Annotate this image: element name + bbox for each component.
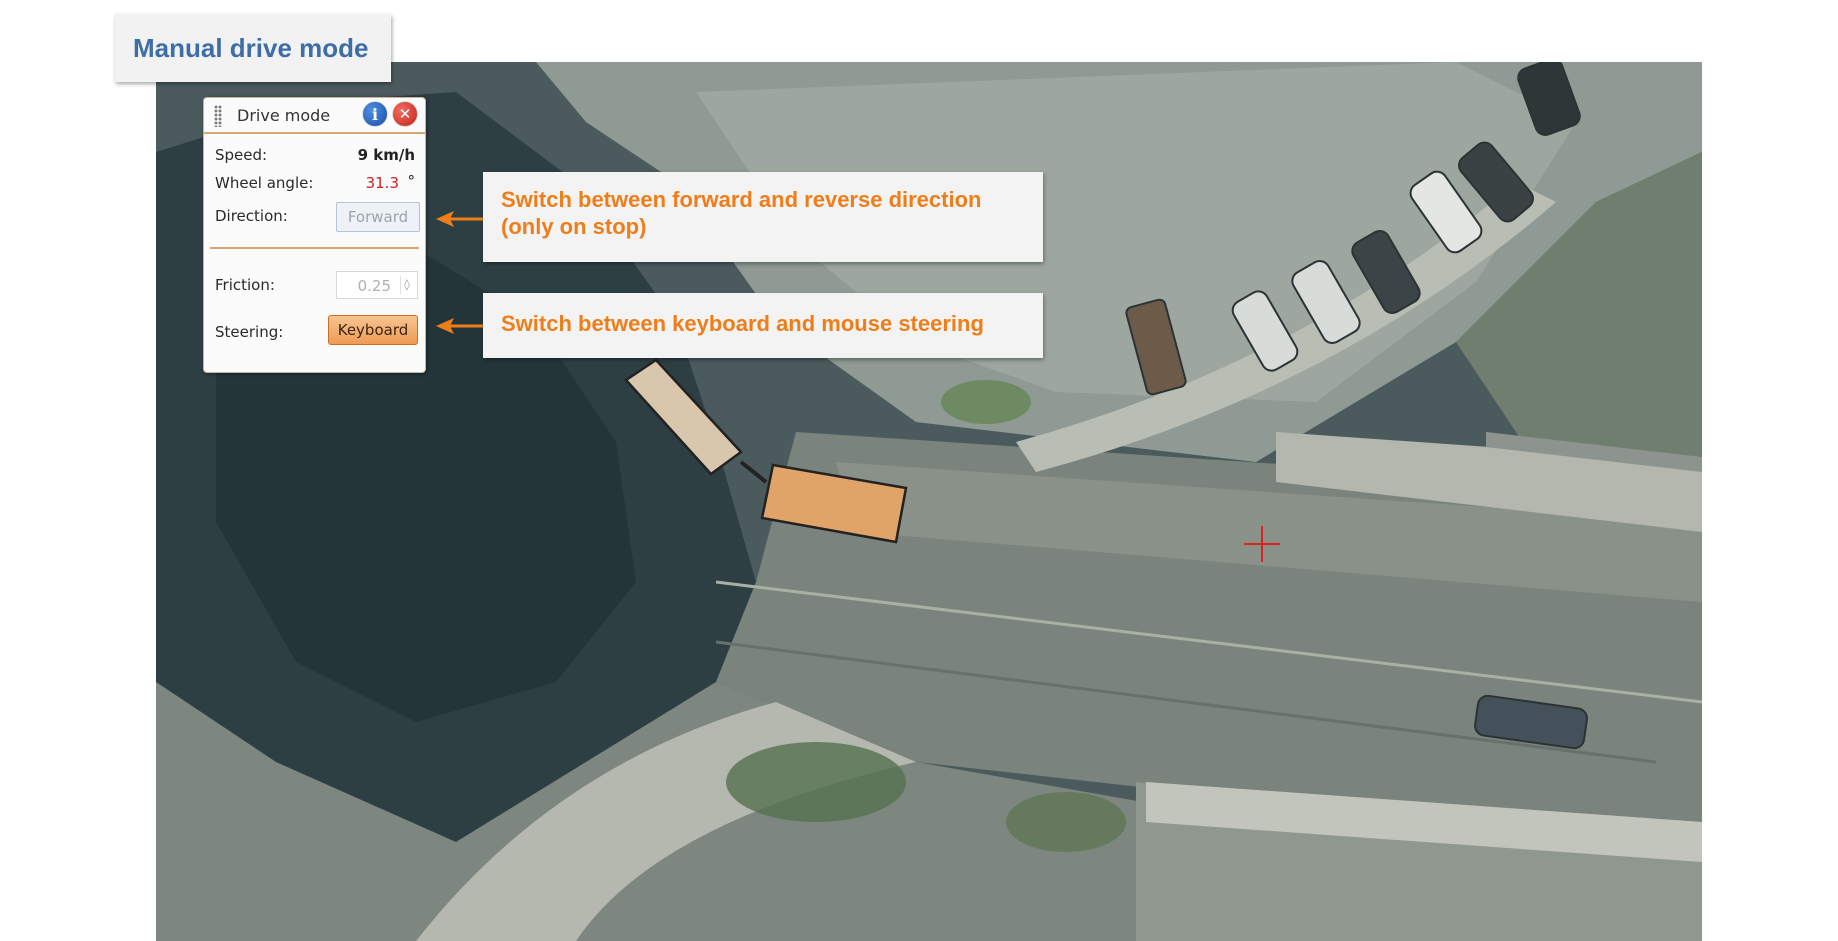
steering-callout-text: Switch between keyboard and mouse steeri…: [501, 311, 984, 336]
wheel-angle-value: 31.3: [365, 174, 399, 192]
wheel-angle-unit: °: [407, 172, 416, 190]
speed-value: 9 km/h: [357, 146, 415, 164]
spinner-icon[interactable]: ◊: [400, 276, 413, 294]
wheel-angle-label: Wheel angle:: [215, 174, 314, 192]
page-title-card: Manual drive mode: [115, 14, 391, 82]
direction-callout-line2: (only on stop): [501, 214, 647, 239]
direction-label: Direction:: [215, 207, 288, 225]
direction-button[interactable]: Forward: [336, 202, 420, 232]
direction-callout: Switch between forward and reverse direc…: [483, 172, 1043, 262]
page-title: Manual drive mode: [133, 32, 369, 63]
steering-toggle-button[interactable]: Keyboard: [328, 315, 418, 345]
panel-divider: [210, 247, 419, 249]
close-icon[interactable]: ✕: [393, 102, 417, 126]
arrow-left-icon: [436, 318, 486, 334]
friction-input[interactable]: 0.25 ◊: [336, 271, 418, 299]
steering-callout: Switch between keyboard and mouse steeri…: [483, 293, 1043, 358]
panel-header[interactable]: Drive mode i ✕: [204, 98, 425, 134]
panel-title: Drive mode: [237, 106, 331, 125]
speed-row: Speed: 9 km/h: [215, 144, 415, 166]
wheel-angle-row: Wheel angle: 31.3 °: [215, 172, 415, 194]
direction-row: Direction: Forward: [215, 202, 420, 232]
drive-mode-panel[interactable]: Drive mode i ✕ Speed: 9 km/h Wheel angle…: [203, 97, 426, 373]
speed-label: Speed:: [215, 146, 268, 164]
friction-label: Friction:: [215, 276, 275, 294]
steering-label: Steering:: [215, 323, 284, 341]
drag-handle-icon[interactable]: [214, 105, 222, 127]
arrow-left-icon: [436, 211, 486, 227]
friction-row: Friction: 0.25 ◊: [215, 271, 418, 299]
direction-callout-line1: Switch between forward and reverse direc…: [501, 187, 982, 212]
steering-row: Steering: Keyboard: [215, 315, 418, 345]
friction-value: 0.25: [357, 277, 391, 295]
info-icon[interactable]: i: [363, 102, 387, 126]
